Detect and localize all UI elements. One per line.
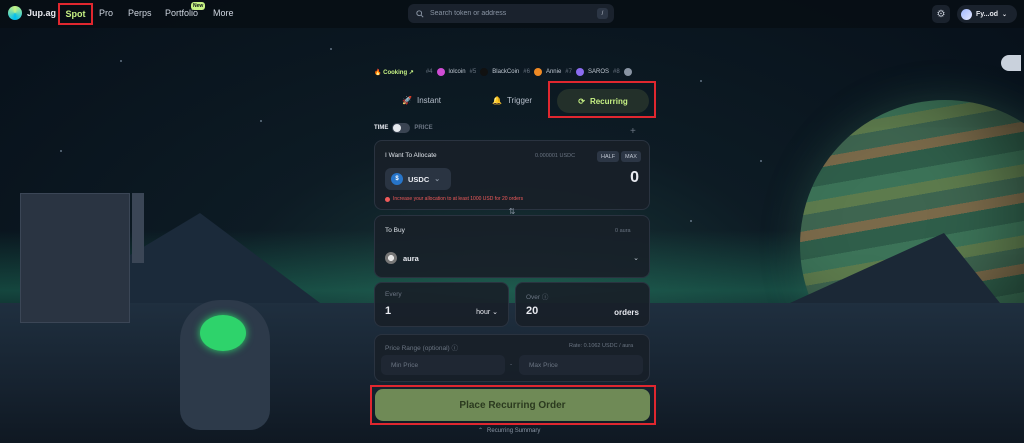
aura-token-icon xyxy=(385,252,397,264)
toggle-price-label: PRICE xyxy=(414,125,433,131)
side-widget-button[interactable] xyxy=(1001,55,1021,71)
chevron-down-icon: ⌄ xyxy=(492,309,498,316)
nav-perps[interactable]: Perps xyxy=(128,8,152,18)
info-icon: ⓘ xyxy=(451,345,459,352)
jupiter-logo-icon xyxy=(8,6,22,20)
mode-switch[interactable] xyxy=(392,123,411,133)
max-price-input[interactable]: Max Price xyxy=(519,355,643,375)
orders-unit: orders xyxy=(614,308,639,317)
tab-trigger[interactable]: 🔔 Trigger xyxy=(492,88,532,112)
trend-token[interactable]: SAROS xyxy=(588,69,609,75)
buy-token-selector[interactable]: aura xyxy=(385,252,419,264)
token-icon xyxy=(436,68,445,76)
allocate-token-label: USDC xyxy=(408,174,430,184)
wallet-button[interactable]: Fy...od ⌄ xyxy=(957,5,1017,23)
buy-card: To Buy 0 aura aura ⌄ xyxy=(374,215,650,278)
cooking-label[interactable]: 🔥 Cooking ↗ xyxy=(374,69,414,76)
search-input[interactable] xyxy=(430,10,595,17)
tab-trigger-label: Trigger xyxy=(506,95,533,105)
token-icon xyxy=(480,68,489,76)
logo[interactable]: Jup.ag xyxy=(8,6,56,20)
tab-instant-label: Instant xyxy=(416,95,441,105)
buy-balance: 0 aura xyxy=(615,228,631,234)
every-unit-label: hour xyxy=(476,309,491,316)
chevron-down-icon: ⌄ xyxy=(1002,11,1008,18)
trend-rank: #8 xyxy=(613,69,620,75)
top-nav: Jup.ag Spot Pro Perps Portfolio New More… xyxy=(0,0,1024,28)
every-unit-select[interactable]: hour ⌄ xyxy=(476,308,498,316)
search-icon xyxy=(416,9,424,18)
order-type-tabs: 🚀 Instant 🔔 Trigger ⟳ Recurring xyxy=(374,81,656,118)
avatar xyxy=(961,8,972,20)
tab-instant[interactable]: 🚀 Instant xyxy=(402,88,441,112)
every-label: Every xyxy=(385,291,402,298)
rate-text: Rate: 0.1062 USDC / aura xyxy=(569,343,634,349)
allocate-label: I Want To Allocate xyxy=(385,152,437,159)
trending-row: 🔥 Cooking ↗ #4 lolcoin #5 BlackCoin #6 A… xyxy=(374,66,632,78)
frequency-card: Every 1 hour ⌄ xyxy=(374,282,509,327)
swap-direction-icon[interactable]: ⇅ xyxy=(503,204,521,218)
half-button[interactable]: HALF xyxy=(597,151,620,162)
allocation-warning: Increase your allocation to at least 100… xyxy=(385,196,523,202)
allocate-card: I Want To Allocate 0.000001 USDC HALF MA… xyxy=(374,140,650,210)
recurring-summary-toggle[interactable]: ⌃ Recurring Summary xyxy=(478,427,541,435)
search-bar[interactable]: / xyxy=(408,4,614,23)
warning-icon xyxy=(385,196,390,202)
buy-token-label: aura xyxy=(403,253,419,263)
chevron-up-icon: ⌃ xyxy=(478,428,484,434)
rocket-icon: 🚀 xyxy=(402,95,412,105)
refresh-icon: ⟳ xyxy=(578,96,585,106)
trend-token[interactable]: Annie xyxy=(546,69,561,75)
allocate-token-selector[interactable]: $ USDC ⌄ xyxy=(385,168,451,190)
nav-spot[interactable]: Spot xyxy=(58,3,93,25)
plus-icon: + xyxy=(630,126,636,137)
time-price-toggle: TIME PRICE xyxy=(374,123,433,133)
logo-text: Jup.ag xyxy=(27,8,57,18)
nav-pro[interactable]: Pro xyxy=(99,8,113,18)
nav-more[interactable]: More xyxy=(213,8,234,18)
over-label: Over ⓘ xyxy=(526,294,549,301)
price-range-card: Price Range (optional) ⓘ Rate: 0.1062 US… xyxy=(374,334,650,382)
buy-label: To Buy xyxy=(385,227,405,234)
trend-rank: #7 xyxy=(565,69,572,75)
wallet-label: Fy...od xyxy=(976,10,999,18)
usdc-icon: $ xyxy=(391,173,403,185)
trend-token[interactable]: lolcoin xyxy=(449,69,466,75)
tower-illustration xyxy=(20,193,130,323)
search-shortcut: / xyxy=(597,8,608,19)
trend-rank: #6 xyxy=(523,69,530,75)
trend-rank: #4 xyxy=(425,69,433,75)
over-input[interactable]: 20 xyxy=(526,305,538,317)
tab-recurring[interactable]: ⟳ Recurring xyxy=(557,89,649,113)
trend-token[interactable]: BlackCoin xyxy=(492,69,519,75)
chevron-down-icon: ⌄ xyxy=(434,176,441,183)
token-icon xyxy=(623,68,632,76)
toggle-time-label: TIME xyxy=(374,125,389,131)
price-range-label: Price Range (optional) ⓘ xyxy=(385,345,459,352)
token-icon xyxy=(575,68,584,76)
tab-recurring-label: Recurring xyxy=(589,96,628,106)
max-button[interactable]: MAX xyxy=(621,151,641,162)
recurring-summary-label: Recurring Summary xyxy=(487,427,541,434)
gear-icon: ⚙ xyxy=(936,8,946,20)
trend-rank: #5 xyxy=(469,69,477,75)
bell-icon: 🔔 xyxy=(492,95,502,105)
info-icon: ⓘ xyxy=(541,294,549,301)
token-icon xyxy=(533,68,542,76)
chevron-down-icon[interactable]: ⌄ xyxy=(633,254,639,262)
every-input[interactable]: 1 xyxy=(385,305,391,317)
allocate-balance: 0.000001 USDC xyxy=(535,153,576,159)
allocate-amount-input[interactable]: 0 xyxy=(630,169,639,187)
settings-button[interactable]: ⚙ xyxy=(932,5,950,23)
min-price-input[interactable]: Min Price xyxy=(381,355,505,375)
highlight-box xyxy=(370,385,656,425)
warning-text: Increase your allocation to at least 100… xyxy=(393,196,524,202)
orders-card: Over ⓘ 20 orders xyxy=(515,282,650,327)
range-separator: - xyxy=(510,361,513,368)
new-badge: New xyxy=(191,2,206,10)
